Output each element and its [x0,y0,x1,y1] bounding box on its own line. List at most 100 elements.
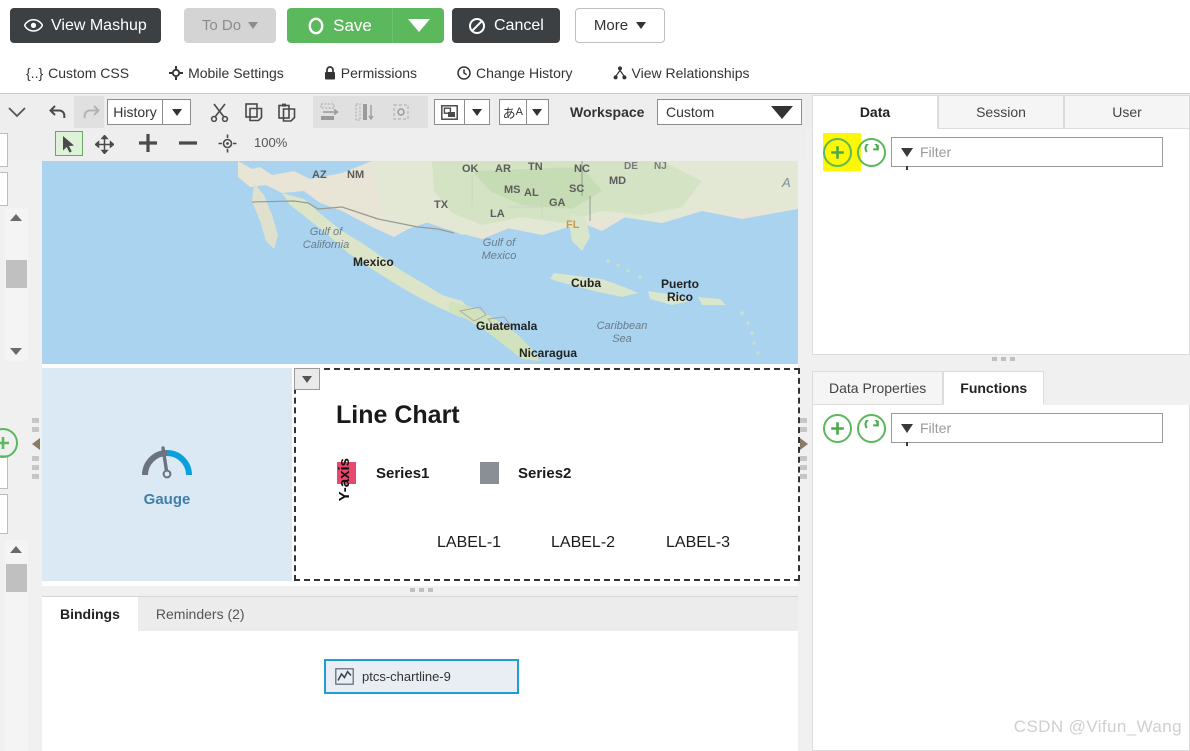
pan-tool-icon[interactable] [92,132,116,156]
zoom-out-icon[interactable] [175,130,201,156]
left-add-circle-icon[interactable] [0,428,18,458]
left-splitter-handle[interactable] [32,418,40,479]
collapse-left-icon[interactable] [32,438,40,450]
save-dropdown-button[interactable] [392,8,444,43]
view-mashup-label: View Mashup [51,16,147,34]
map-label-NJ: NJ [654,161,667,172]
tab-data-label: Data [859,104,891,120]
plus-circle-icon [831,421,844,435]
map-label-GA: GA [549,197,566,209]
collapse-right-icon[interactable] [800,438,808,450]
functions-filter-placeholder: Filter [920,420,952,436]
add-data-entity-button[interactable] [823,137,852,167]
right-panel-splitter-handle[interactable] [992,357,1015,361]
chevron-down-icon[interactable] [162,100,190,124]
scroll-thumb[interactable] [6,260,27,288]
todo-button[interactable]: To Do [184,8,276,43]
tab-user[interactable]: User [1064,95,1190,129]
left-panel-scrollbar-2[interactable] [5,540,28,751]
align-horizontal-icon[interactable] [317,101,343,123]
layout-dropdown[interactable] [434,99,490,125]
save-button[interactable]: Save [287,8,392,43]
redo-icon[interactable] [76,100,104,124]
tab-data-properties-label: Data Properties [829,380,927,396]
refresh-data-button[interactable] [857,137,886,167]
subnav-item-mobile-settings[interactable]: Mobile Settings [169,65,284,81]
fit-icon[interactable] [388,101,414,123]
mashup-canvas[interactable]: AZ NM OK AR TN NC DE NJ MD TX MS AL SC G… [42,161,800,586]
map-graphic [42,161,798,364]
add-function-button[interactable] [823,413,852,443]
scroll-thumb[interactable] [6,564,27,592]
more-button[interactable]: More [575,8,665,43]
subnav-item-permissions[interactable]: Permissions [324,65,417,81]
subnav-item-change-history[interactable]: Change History [457,65,573,81]
subnav-label: Custom CSS [48,64,130,81]
data-filter-placeholder: Filter [920,144,952,160]
chevron-down-icon [407,19,430,32]
map-widget[interactable]: AZ NM OK AR TN NC DE NJ MD TX MS AL SC G… [42,161,798,364]
tab-functions[interactable]: Functions [943,371,1045,405]
view-mashup-button[interactable]: View Mashup [10,8,161,43]
chart-x-label-2: LABEL-2 [551,534,616,551]
save-split-button[interactable]: Save [287,8,444,43]
left-widget-field-4[interactable] [0,494,8,534]
left-widget-field-3[interactable] [0,455,8,489]
map-label-LA: LA [490,208,505,220]
sub-navigation-bar: {..} Custom CSS Mobile Settings Permissi… [0,52,1190,94]
subnav-item-view-relationships[interactable]: View Relationships [613,65,750,81]
language-dropdown[interactable]: あA [499,99,549,125]
zoom-in-icon[interactable] [135,130,161,156]
chart-y-axis-label: Y-axis [336,458,353,502]
workspace-select[interactable]: Custom [657,99,802,125]
map-label-MD: MD [609,175,627,187]
history-label: History [113,104,157,120]
recenter-icon[interactable] [215,131,239,155]
subnav-item-custom-css[interactable]: {..} Custom CSS [26,65,129,81]
scroll-down-icon[interactable] [10,348,22,355]
functions-filter-input[interactable]: Filter [891,413,1163,446]
left-widget-field-2[interactable] [0,172,8,206]
collapse-chevron-icon[interactable] [4,101,30,123]
select-tool-icon[interactable] [55,131,83,156]
chevron-down-icon [771,105,793,119]
data-filter-input[interactable]: Filter [891,137,1163,170]
history-dropdown[interactable]: History [107,99,191,125]
left-widget-field-1[interactable] [0,133,8,167]
copy-icon[interactable] [241,100,267,124]
legend-label-series2: Series2 [518,465,572,482]
refresh-functions-button[interactable] [857,413,886,443]
binding-chip-label: ptcs-chartline-9 [362,669,451,684]
chevron-down-icon[interactable] [525,100,548,124]
left-panel-scrollbar[interactable] [5,208,28,361]
align-vertical-icon[interactable] [352,101,378,123]
tab-data-properties[interactable]: Data Properties [812,371,944,405]
lock-icon [324,65,335,79]
todo-label: To Do [201,17,242,34]
right-panel: Data Session User Filter Data Properties… [812,95,1190,751]
scroll-up-icon[interactable] [10,546,22,553]
map-label-MS: MS [504,184,521,196]
cancel-button[interactable]: Cancel [452,8,560,43]
tab-bindings-label: Bindings [60,606,120,622]
gauge-widget[interactable]: Gauge [42,368,292,581]
paste-icon[interactable] [274,100,300,124]
eye-icon [24,19,43,32]
tab-reminders[interactable]: Reminders (2) [138,597,263,631]
line-chart-widget[interactable]: Line Chart Series1 Series2 Y-axis LABEL-… [294,368,800,581]
layout-icon [435,104,464,120]
subnav-label: Permissions [340,64,418,81]
scroll-up-icon[interactable] [10,214,22,221]
tab-bindings[interactable]: Bindings [42,597,138,631]
right-splitter-handle[interactable] [800,418,808,479]
bottom-splitter-handle[interactable] [410,588,433,592]
cut-icon[interactable] [206,100,232,124]
chevron-down-icon [302,375,312,383]
chevron-down-icon[interactable] [463,100,489,124]
binding-chip-ptcs-chartline-9[interactable]: ptcs-chartline-9 [324,659,519,694]
undo-icon[interactable] [44,100,72,124]
tab-session[interactable]: Session [938,95,1064,129]
tab-data[interactable]: Data [812,95,938,129]
chart-widget-menu-button[interactable] [294,368,320,390]
no-entry-icon [469,17,485,34]
